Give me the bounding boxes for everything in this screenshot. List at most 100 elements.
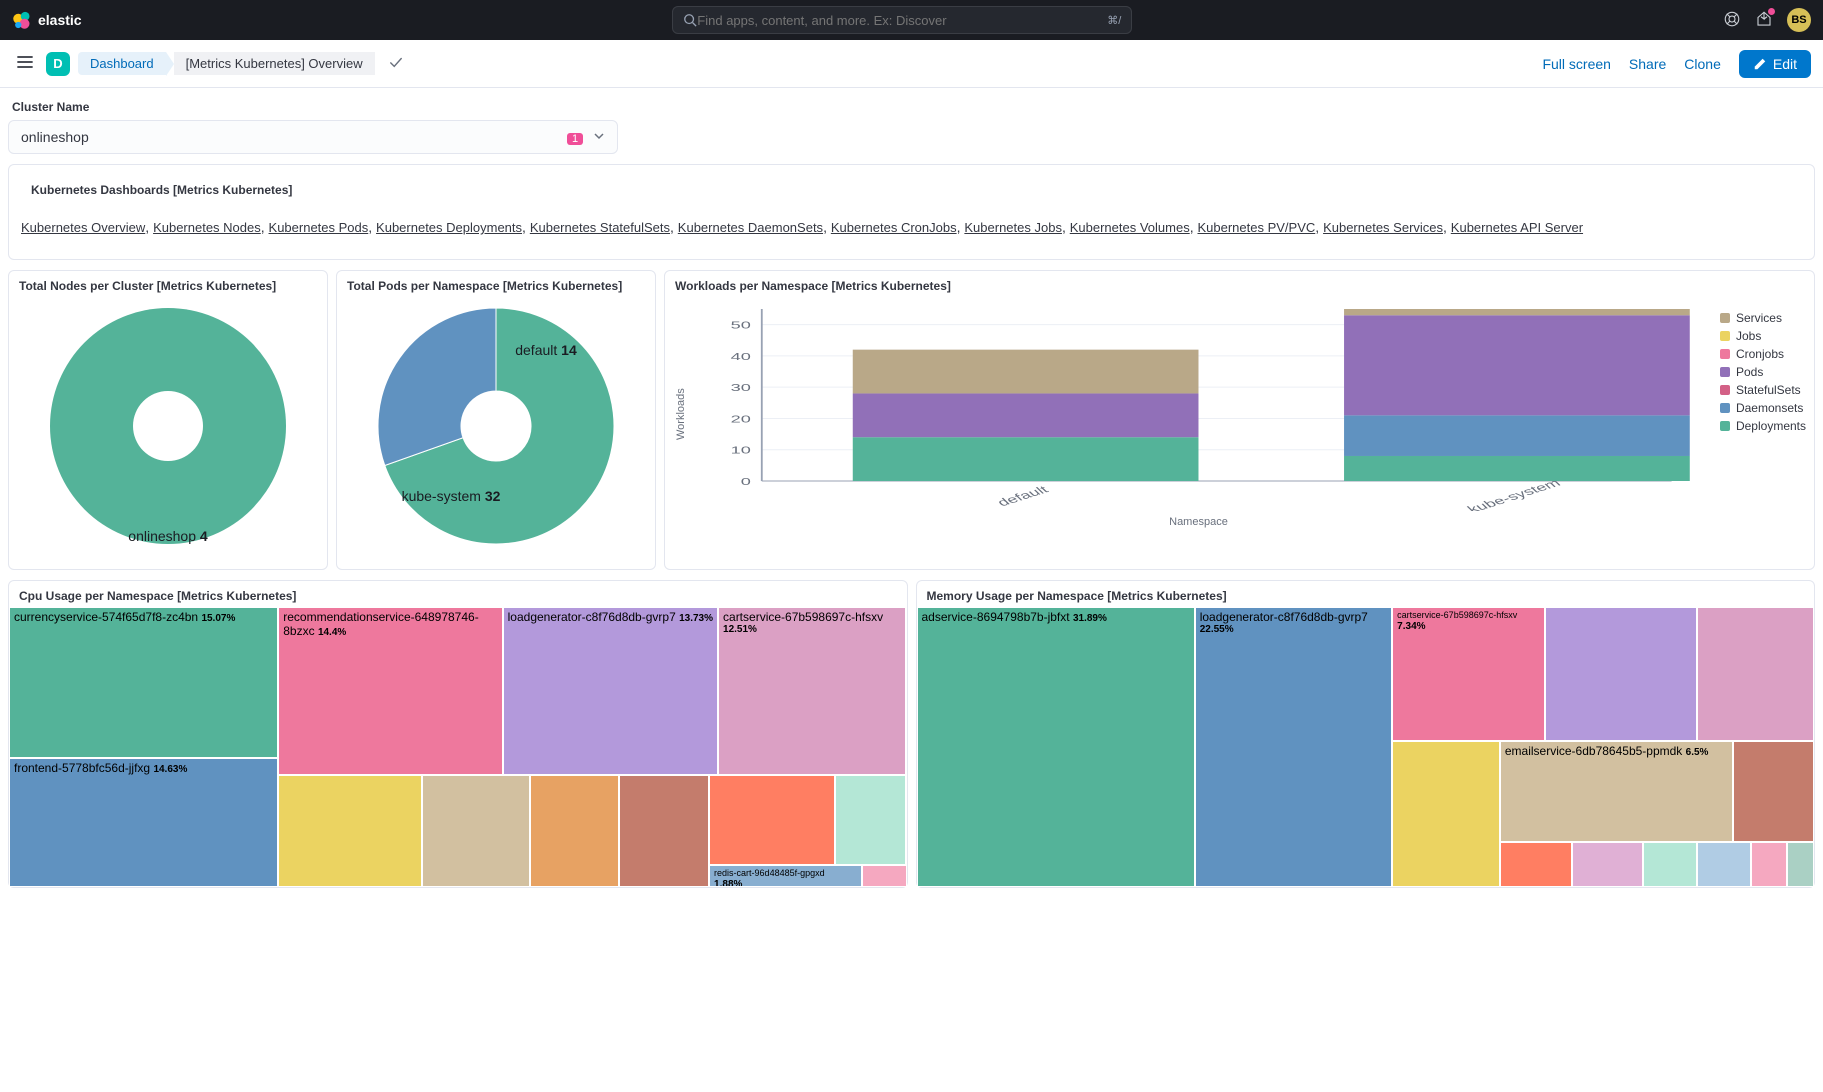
help-icon[interactable] xyxy=(1723,10,1741,31)
treemap-cell[interactable]: emailservice-6db78645b5-ppmdk 6.5% xyxy=(1500,741,1733,842)
pods-donut-chart[interactable]: default 14kube-system 32 xyxy=(351,301,641,561)
dashboard-link[interactable]: Kubernetes PV/PVC xyxy=(1197,220,1315,235)
filter-label: Cluster Name xyxy=(8,96,1815,120)
dashboard-link[interactable]: Kubernetes Services xyxy=(1323,220,1443,235)
share-button[interactable]: Share xyxy=(1629,56,1666,72)
dashboard-links-list: Kubernetes Overview, Kubernetes Nodes, K… xyxy=(21,219,1802,235)
treemap-cell[interactable]: adservice-8694798b7b-jbfxt 31.89% xyxy=(917,607,1195,887)
cluster-name-filter[interactable]: onlineshop 1 xyxy=(8,120,618,154)
elastic-logo-icon xyxy=(12,10,32,30)
links-panel-title: Kubernetes Dashboards [Metrics Kubernete… xyxy=(21,175,1802,201)
svg-text:kube-system 32: kube-system 32 xyxy=(402,488,501,504)
legend-label: Daemonsets xyxy=(1736,401,1803,415)
treemap-cell[interactable] xyxy=(1751,842,1787,887)
treemap-cell[interactable] xyxy=(862,865,907,887)
dashboard-link[interactable]: Kubernetes CronJobs xyxy=(831,220,957,235)
treemap-cell[interactable]: cartservice-67b598697c-hfsxv 12.51% xyxy=(718,607,906,775)
filter-count-badge: 1 xyxy=(567,133,583,145)
global-search[interactable]: ⌘/ xyxy=(672,6,1132,34)
treemap-cell[interactable] xyxy=(530,775,620,887)
mem-panel: Memory Usage per Namespace [Metrics Kube… xyxy=(916,580,1816,888)
edit-button[interactable]: Edit xyxy=(1739,50,1811,78)
pods-panel-title: Total Pods per Namespace [Metrics Kubern… xyxy=(337,271,655,297)
treemap-cell[interactable] xyxy=(1643,842,1697,887)
treemap-cell[interactable]: redis-cart-96d48485f-gpgxd 1.88% xyxy=(709,865,862,887)
treemap-cell[interactable]: loadgenerator-c8f76d8db-gvrp7 22.55% xyxy=(1195,607,1392,887)
cpu-treemap[interactable]: currencyservice-574f65d7f8-zc4bn 15.07%f… xyxy=(9,607,907,887)
newsfeed-icon[interactable] xyxy=(1755,10,1773,31)
breadcrumb-dashboard[interactable]: Dashboard xyxy=(78,52,166,75)
dashboard-link[interactable]: Kubernetes Nodes xyxy=(153,220,261,235)
legend-item[interactable]: Daemonsets xyxy=(1720,399,1806,417)
workloads-xlabel: Namespace xyxy=(689,514,1708,528)
global-header: elastic ⌘/ BS xyxy=(0,0,1823,40)
search-input[interactable] xyxy=(697,13,1107,28)
treemap-cell[interactable]: loadgenerator-c8f76d8db-gvrp7 13.73% xyxy=(503,607,718,775)
clone-button[interactable]: Clone xyxy=(1684,56,1721,72)
legend-swatch xyxy=(1720,421,1730,431)
dashboard-link[interactable]: Kubernetes DaemonSets xyxy=(678,220,823,235)
workloads-panel-title: Workloads per Namespace [Metrics Kuberne… xyxy=(665,271,1814,297)
dashboard-link[interactable]: Kubernetes StatefulSets xyxy=(530,220,670,235)
treemap-cell[interactable] xyxy=(1697,607,1814,741)
edit-button-label: Edit xyxy=(1773,56,1797,72)
dashboard-link[interactable]: Kubernetes API Server xyxy=(1451,220,1583,235)
dashboard-link[interactable]: Kubernetes Deployments xyxy=(376,220,522,235)
legend-swatch xyxy=(1720,385,1730,395)
full-screen-button[interactable]: Full screen xyxy=(1542,56,1610,72)
nav-toggle-icon[interactable] xyxy=(12,49,38,78)
treemap-cell[interactable] xyxy=(1500,842,1572,887)
treemap-cell[interactable] xyxy=(835,775,907,865)
chevron-down-icon xyxy=(593,130,605,142)
workloads-ylabel: Workloads xyxy=(673,301,689,528)
legend-item[interactable]: Services xyxy=(1720,309,1806,327)
legend-item[interactable]: Pods xyxy=(1720,363,1806,381)
pencil-icon xyxy=(1753,57,1767,71)
legend-item[interactable]: Jobs xyxy=(1720,327,1806,345)
treemap-cell[interactable] xyxy=(1697,842,1751,887)
breadcrumb-separator xyxy=(166,52,174,76)
workloads-panel: Workloads per Namespace [Metrics Kuberne… xyxy=(664,270,1815,570)
user-avatar[interactable]: BS xyxy=(1787,8,1811,32)
legend-label: StatefulSets xyxy=(1736,383,1801,397)
treemap-cell[interactable] xyxy=(1787,842,1814,887)
treemap-cell[interactable] xyxy=(1572,842,1644,887)
mem-panel-title: Memory Usage per Namespace [Metrics Kube… xyxy=(917,581,1815,607)
treemap-cell[interactable] xyxy=(1733,741,1814,842)
treemap-cell[interactable]: frontend-5778bfc56d-jjfxg 14.63% xyxy=(9,758,278,887)
treemap-cell[interactable] xyxy=(278,775,422,887)
treemap-cell[interactable] xyxy=(709,775,835,865)
space-selector[interactable]: D xyxy=(46,52,70,76)
treemap-cell[interactable]: recommendationservice-648978746-8bzxc 14… xyxy=(278,607,502,775)
nodes-donut-chart[interactable]: onlineshop 4 xyxy=(23,301,313,561)
treemap-cell[interactable] xyxy=(1392,741,1500,887)
legend-item[interactable]: Deployments xyxy=(1720,417,1806,435)
svg-text:40: 40 xyxy=(731,352,751,363)
dashboard-link[interactable]: Kubernetes Volumes xyxy=(1070,220,1190,235)
treemap-cell[interactable] xyxy=(1545,607,1698,741)
treemap-cell[interactable] xyxy=(619,775,709,887)
toolbar: D Dashboard [Metrics Kubernetes] Overvie… xyxy=(0,40,1823,88)
mem-treemap[interactable]: adservice-8694798b7b-jbfxt 31.89%loadgen… xyxy=(917,607,1815,887)
elastic-logo[interactable]: elastic xyxy=(12,10,82,30)
treemap-cell[interactable] xyxy=(422,775,530,887)
workloads-bar-chart[interactable]: 01020304050defaultkube-system xyxy=(689,301,1708,511)
brand-text: elastic xyxy=(38,12,82,28)
nodes-panel-title: Total Nodes per Cluster [Metrics Kuberne… xyxy=(9,271,327,297)
dashboard-link[interactable]: Kubernetes Overview xyxy=(21,220,145,235)
legend-swatch xyxy=(1720,331,1730,341)
treemap-cell[interactable]: cartservice-67b598697c-hfsxv 7.34% xyxy=(1392,607,1545,741)
dashboard-link[interactable]: Kubernetes Pods xyxy=(269,220,369,235)
search-shortcut: ⌘/ xyxy=(1107,14,1121,27)
legend-item[interactable]: StatefulSets xyxy=(1720,381,1806,399)
pods-panel: Total Pods per Namespace [Metrics Kubern… xyxy=(336,270,656,570)
legend-label: Jobs xyxy=(1736,329,1761,343)
breadcrumb-current: [Metrics Kubernetes] Overview xyxy=(174,52,375,75)
title-edit-icon[interactable] xyxy=(389,55,403,72)
svg-text:20: 20 xyxy=(731,414,751,425)
legend-item[interactable]: Cronjobs xyxy=(1720,345,1806,363)
dashboard-link[interactable]: Kubernetes Jobs xyxy=(964,220,1062,235)
svg-text:30: 30 xyxy=(731,383,751,394)
treemap-cell[interactable]: currencyservice-574f65d7f8-zc4bn 15.07% xyxy=(9,607,278,758)
svg-text:default: default xyxy=(995,484,1052,508)
